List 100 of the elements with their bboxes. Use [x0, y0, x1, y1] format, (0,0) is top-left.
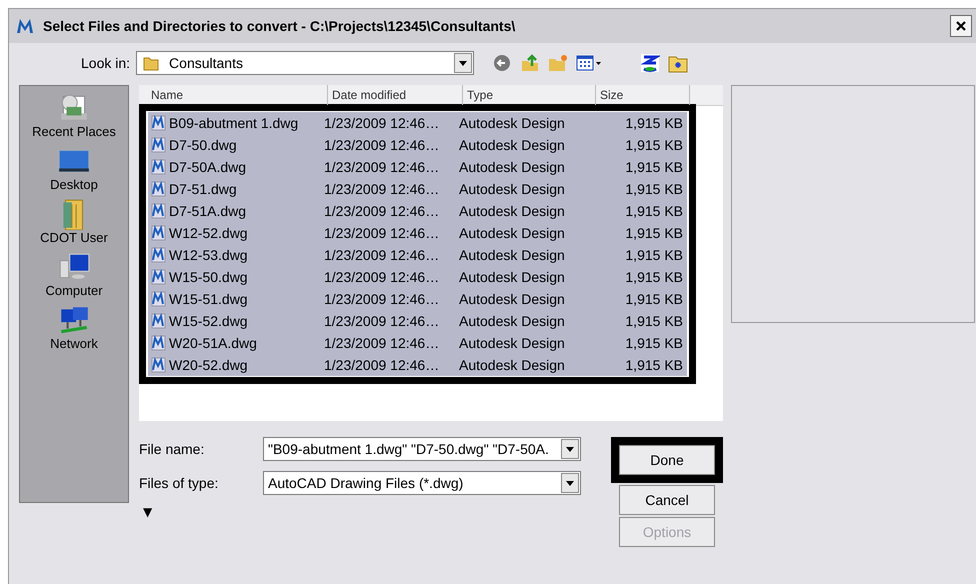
date-cell-text: 1/23/2009 12:46… — [324, 269, 440, 285]
date-cell-text: 1/23/2009 12:46… — [324, 225, 440, 241]
file-icon — [150, 181, 166, 197]
type-cell-text: Autodesk Design — [459, 137, 566, 153]
folder-icon — [143, 55, 160, 71]
file-name: W15-52.dwg — [169, 313, 248, 329]
file-row[interactable]: W12-53.dwg 1/23/2009 12:46… Autodesk Design 1,915 KB — [148, 244, 687, 266]
place-item[interactable]: Desktop — [50, 145, 98, 192]
size-cell-text: 1,915 KB — [624, 269, 683, 285]
place-item[interactable]: Network — [50, 304, 98, 351]
date-cell-text: 1/23/2009 12:46… — [324, 181, 440, 197]
file-icon — [150, 115, 166, 131]
file-row[interactable]: D7-50A.dwg 1/23/2009 12:46… Autodesk Design 1,915 KB — [148, 156, 687, 178]
place-item[interactable]: Recent Places — [32, 92, 116, 139]
size-cell-text: 1,915 KB — [624, 159, 683, 175]
swirl-logo-icon[interactable] — [640, 53, 660, 73]
date-cell-text: 1/23/2009 12:46… — [324, 203, 440, 219]
type-cell-text: Autodesk Design — [459, 159, 566, 175]
type-cell-text: Autodesk Design — [459, 115, 566, 131]
file-row[interactable]: W20-52.dwg 1/23/2009 12:46… Autodesk Design 1,915 KB — [148, 354, 687, 376]
size-cell-text: 1,915 KB — [624, 115, 683, 131]
file-icon — [150, 335, 166, 351]
date-cell-text: 1/23/2009 12:46… — [324, 247, 440, 263]
type-cell-text: Autodesk Design — [459, 291, 566, 307]
dialog-button[interactable]: Cancel — [619, 485, 715, 515]
date-cell-text: 1/23/2009 12:46… — [324, 335, 440, 351]
file-name: W20-51A.dwg — [169, 335, 257, 351]
date-cell-text: 1/23/2009 12:46… — [324, 291, 440, 307]
file-row[interactable]: W15-52.dwg 1/23/2009 12:46… Autodesk Design 1,915 KB — [148, 310, 687, 332]
file-type-label: Files of type: — [139, 475, 220, 491]
window-title: Select Files and Directories to convert - C:\Projects\12345\Consultants\ — [43, 18, 516, 34]
file-name-label: File name: — [139, 441, 206, 457]
close-button[interactable] — [950, 15, 972, 37]
file-icon — [150, 137, 166, 153]
file-name: W12-52.dwg — [169, 225, 248, 241]
file-name: D7-50A.dwg — [169, 159, 246, 175]
look-in-label: Look in: — [81, 55, 130, 71]
close-icon — [956, 21, 966, 31]
file-icon — [150, 203, 166, 219]
caret-icon — [566, 480, 574, 486]
date-cell-text: 1/23/2009 12:46… — [324, 159, 440, 175]
size-cell-text: 1,915 KB — [624, 203, 683, 219]
size-cell-text: 1,915 KB — [624, 335, 683, 351]
file-name: W15-50.dwg — [169, 269, 248, 285]
file-row[interactable]: D7-51.dwg 1/23/2009 12:46… Autodesk Design 1,915 KB — [148, 178, 687, 200]
file-name: B09-abutment 1.dwg — [169, 115, 298, 131]
caret-icon — [459, 60, 468, 66]
type-cell-text: Autodesk Design — [459, 335, 566, 351]
file-icon — [150, 247, 166, 263]
column-header[interactable]: Name — [147, 85, 328, 105]
file-icon — [150, 313, 166, 329]
type-cell-text: Autodesk Design — [459, 247, 566, 263]
file-icon — [150, 269, 166, 285]
type-cell-text: Autodesk Design — [459, 357, 566, 373]
file-row[interactable]: D7-51A.dwg 1/23/2009 12:46… Autodesk Design 1,915 KB — [148, 200, 687, 222]
file-name: W12-53.dwg — [169, 247, 248, 263]
date-cell-text: 1/23/2009 12:46… — [324, 313, 440, 329]
file-icon — [150, 159, 166, 175]
size-cell-text: 1,915 KB — [624, 247, 683, 263]
size-cell-text: 1,915 KB — [624, 357, 683, 373]
file-icon — [150, 291, 166, 307]
look-in-dropdown[interactable]: Consultants — [136, 51, 474, 75]
dialog-button[interactable]: Done — [619, 445, 715, 475]
up-folder-icon[interactable] — [520, 53, 540, 73]
type-cell-text: Autodesk Design — [459, 181, 566, 197]
file-row[interactable]: W15-50.dwg 1/23/2009 12:46… Autodesk Design 1,915 KB — [148, 266, 687, 288]
size-cell-text: 1,915 KB — [624, 137, 683, 153]
type-cell-text: Autodesk Design — [459, 313, 566, 329]
file-row[interactable]: D7-50.dwg 1/23/2009 12:46… Autodesk Design 1,915 KB — [148, 134, 687, 156]
type-cell-text: Autodesk Design — [459, 225, 566, 241]
file-row[interactable]: W12-52.dwg 1/23/2009 12:46… Autodesk Design 1,915 KB — [148, 222, 687, 244]
caret-icon — [566, 446, 574, 452]
file-name: W20-52.dwg — [169, 357, 248, 373]
file-row[interactable]: W20-51A.dwg 1/23/2009 12:46… Autodesk Design 1,915 KB — [148, 332, 687, 354]
file-row[interactable]: B09-abutment 1.dwg 1/23/2009 12:46… Autodesk Design 1,915 KB — [148, 112, 687, 134]
date-cell-text: 1/23/2009 12:46… — [324, 137, 440, 153]
type-cell-text: Autodesk Design — [459, 203, 566, 219]
size-cell-text: 1,915 KB — [624, 225, 683, 241]
place-item[interactable]: CDOT User — [40, 198, 108, 245]
file-name: D7-50.dwg — [169, 137, 237, 153]
size-cell-text: 1,915 KB — [624, 181, 683, 197]
file-name: W15-51.dwg — [169, 291, 248, 307]
type-cell-text: Autodesk Design — [459, 269, 566, 285]
date-cell-text: 1/23/2009 12:46… — [324, 115, 440, 131]
view-menu-icon[interactable] — [576, 53, 602, 73]
size-cell-text: 1,915 KB — [624, 291, 683, 307]
place-item[interactable]: Computer — [45, 251, 103, 298]
expand-toggle[interactable]: ▼ — [143, 505, 157, 519]
file-row[interactable]: W15-51.dwg 1/23/2009 12:46… Autodesk Design 1,915 KB — [148, 288, 687, 310]
column-header[interactable]: Date modified — [328, 85, 463, 105]
column-header[interactable]: Type — [463, 85, 596, 105]
file-icon — [150, 357, 166, 373]
file-type-dropdown[interactable]: AutoCAD Drawing Files (*.dwg) — [263, 471, 581, 495]
file-name: D7-51.dwg — [169, 181, 237, 197]
date-cell-text: 1/23/2009 12:46… — [324, 357, 440, 373]
file-icon — [150, 225, 166, 241]
column-header[interactable]: Size — [596, 85, 690, 105]
file-name: D7-51A.dwg — [169, 203, 246, 219]
size-cell-text: 1,915 KB — [624, 313, 683, 329]
file-name-field[interactable]: "B09-abutment 1.dwg" "D7-50.dwg" "D7-50A. — [263, 437, 581, 461]
